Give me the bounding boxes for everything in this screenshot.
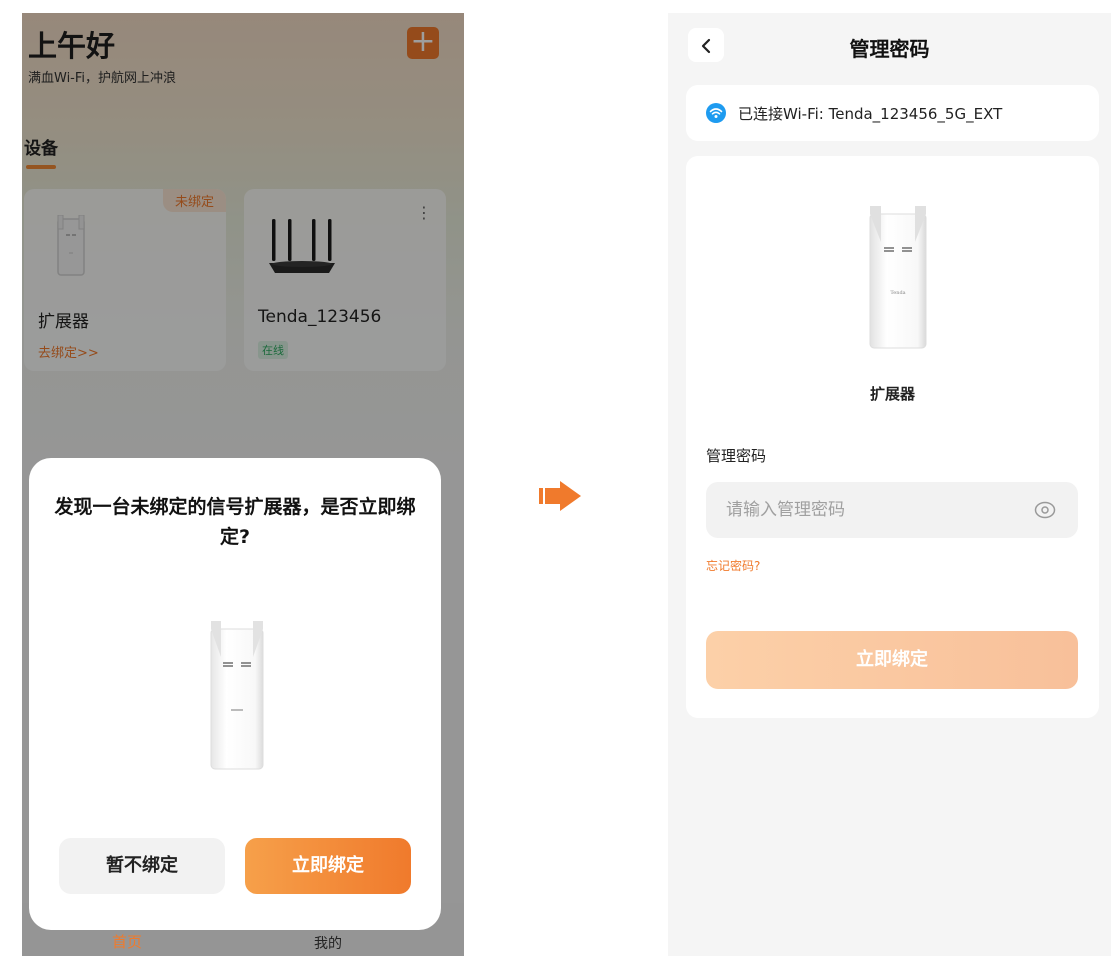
password-screen: 管理密码 已连接Wi-Fi: Tenda_123456_5G_EXT Tenda… (668, 13, 1111, 956)
password-label: 管理密码 (706, 447, 767, 465)
bind-now-button[interactable]: 立即绑定 (706, 631, 1078, 689)
brand-logo: Tenda (890, 290, 905, 296)
tab-home[interactable]: 首页 (112, 931, 142, 952)
bind-form-card: Tenda 扩展器 管理密码 忘记密码? 立即绑定 (686, 156, 1099, 718)
dialog-message: 发现一台未绑定的信号扩展器，是否立即绑定? (54, 496, 416, 548)
wifi-icon (706, 103, 726, 123)
wifi-status-bar: 已连接Wi-Fi: Tenda_123456_5G_EXT (686, 85, 1099, 141)
forgot-password-link[interactable]: 忘记密码? (706, 557, 760, 574)
skip-bind-button[interactable]: 暂不绑定 (59, 838, 225, 894)
password-input[interactable] (706, 482, 1078, 538)
bind-now-button[interactable]: 立即绑定 (245, 838, 411, 894)
wifi-status-text: 已连接Wi-Fi: Tenda_123456_5G_EXT (738, 105, 1003, 123)
arrow-right-icon (539, 481, 581, 511)
bind-prompt-dialog: 发现一台未绑定的信号扩展器，是否立即绑定? 暂不绑定 立即绑定 (29, 458, 441, 930)
device-name: 扩展器 (869, 385, 915, 403)
tab-mine[interactable]: 我的 (314, 933, 342, 953)
page-title: 管理密码 (849, 37, 930, 61)
extender-image (210, 621, 264, 770)
nav-header: 管理密码 (668, 13, 1111, 77)
home-screen: 上午好 满血Wi-Fi，护航网上冲浪 + 设备 未绑定 扩展器 去绑定>> ⋮ … (22, 13, 464, 956)
eye-icon[interactable] (1034, 501, 1056, 519)
extender-image: Tenda (869, 206, 927, 349)
